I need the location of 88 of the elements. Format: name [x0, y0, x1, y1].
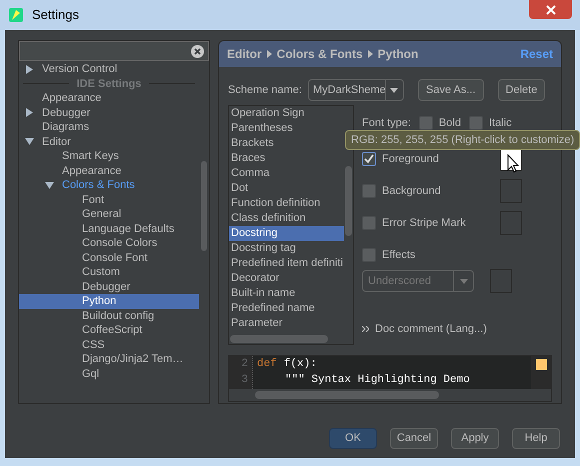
checkbox-label: Effects — [382, 248, 416, 263]
checkbox-label: Italic — [488, 116, 512, 131]
attribute-item[interactable]: Built-in name — [229, 286, 344, 301]
attribute-item[interactable]: Class definition — [229, 211, 344, 226]
scrollbar-thumb[interactable] — [255, 391, 439, 399]
breadcrumb-arrow-icon — [266, 50, 272, 58]
tree-item[interactable]: Colors & Fonts — [19, 178, 199, 192]
dialog-button[interactable]: Cancel — [390, 428, 438, 449]
checkbox-label: Error Stripe Mark — [382, 216, 467, 231]
dialog-button[interactable]: Help — [512, 428, 560, 449]
dialog-button[interactable]: Apply — [451, 428, 499, 449]
attribute-item[interactable]: Parameter — [229, 316, 344, 331]
tree-item[interactable]: Django/Jinja2 Tem… — [19, 352, 199, 366]
attribute-item[interactable]: Decorator — [229, 271, 344, 286]
breadcrumb-item: Python — [378, 46, 418, 63]
attribute-item[interactable]: Dot — [229, 181, 344, 196]
checkbox-label: Foreground — [382, 152, 440, 167]
tree-item[interactable]: Buildout config — [19, 308, 199, 323]
breadcrumb-arrow-icon — [368, 50, 373, 58]
code-text: def — [257, 357, 277, 372]
scrollbar-thumb[interactable] — [201, 161, 207, 251]
close-icon — [546, 4, 556, 14]
field-label: Scheme name: — [228, 82, 302, 98]
section-heading: IDE Settings — [76, 76, 142, 92]
app-logo-icon — [8, 7, 24, 23]
dialog-button[interactable]: OK — [329, 428, 377, 449]
attribute-item[interactable]: Function definition — [229, 196, 344, 211]
checkbox-label: Background — [382, 184, 442, 199]
tree-item[interactable]: Appearance — [19, 91, 199, 106]
attribute-item[interactable]: Predefined name — [229, 301, 344, 316]
search-field[interactable] — [19, 41, 209, 61]
expanded-arrow-icon[interactable] — [25, 137, 34, 146]
tree-item[interactable]: Python — [19, 294, 199, 308]
collapsed-arrow-icon[interactable] — [25, 64, 34, 74]
attribute-item[interactable]: Docstring tag — [229, 241, 344, 256]
dropdown-arrow-icon — [460, 278, 468, 284]
attribute-item[interactable]: Braces — [229, 151, 344, 166]
attribute-item[interactable]: Operation Sign — [229, 106, 344, 121]
mouse-pointer-icon — [507, 154, 519, 173]
tree-item[interactable]: Debugger — [19, 106, 199, 120]
tree-item[interactable]: Appearance — [19, 164, 199, 178]
checkbox-label: Bold — [438, 116, 461, 131]
field-label: Font type: — [362, 116, 411, 131]
scrollbar-thumb[interactable] — [230, 335, 328, 343]
attribute-item[interactable]: Brackets — [229, 136, 344, 151]
code-text: f(x): — [284, 357, 317, 372]
line-number: 3 — [241, 373, 248, 388]
dropdown-arrow-icon — [390, 88, 398, 92]
expanded-arrow-icon[interactable] — [45, 180, 54, 190]
inherited-attribute-link[interactable]: Doc comment (Lang...) — [375, 321, 487, 338]
checkbox[interactable] — [418, 116, 433, 130]
line-number: 2 — [241, 357, 248, 372]
tree-item[interactable]: Version Control — [19, 62, 199, 76]
checkbox[interactable] — [362, 248, 376, 262]
breadcrumb-item: Editor — [227, 46, 262, 63]
attribute-item[interactable]: Parentheses — [229, 121, 344, 136]
scheme-button[interactable]: Save As... — [418, 79, 484, 101]
tooltip: RGB: 255, 255, 255 (Right-click to customize) — [345, 130, 580, 150]
scheme-button[interactable]: Delete — [498, 79, 546, 101]
tree-item[interactable]: General — [19, 207, 199, 222]
tree-item[interactable]: Language Defaults — [19, 222, 199, 236]
clear-icon[interactable] — [191, 44, 204, 58]
collapsed-arrow-icon[interactable] — [25, 108, 34, 118]
tree-item[interactable]: Editor — [19, 134, 199, 149]
attribute-item[interactable]: Comma — [229, 166, 344, 181]
tree-item[interactable]: Console Font — [19, 250, 199, 265]
window-title: Settings — [32, 6, 79, 24]
checkbox[interactable] — [362, 152, 376, 166]
code-text: """ Syntax Highlighting Demo — [285, 373, 470, 388]
breadcrumb-item: Colors & Fonts — [276, 46, 363, 63]
tree-item[interactable]: CoffeeScript — [19, 323, 199, 338]
scrollbar-thumb[interactable] — [345, 166, 352, 236]
tree-item[interactable]: Font — [19, 192, 199, 207]
attribute-item[interactable]: Docstring — [229, 226, 344, 241]
attribute-item[interactable]: Predefined item definiti — [229, 256, 344, 271]
tree-item[interactable]: Diagrams — [19, 120, 199, 134]
tree-item[interactable]: Gql — [19, 366, 199, 381]
tree-item[interactable]: Custom — [19, 265, 199, 280]
tree-item[interactable]: CSS — [19, 338, 199, 352]
checkbox[interactable] — [468, 116, 483, 130]
tree-item[interactable]: Smart Keys — [19, 149, 199, 164]
checkbox[interactable] — [362, 184, 376, 198]
scheme-dropdown[interactable]: MyDarkSheme — [308, 79, 404, 101]
close-button[interactable] — [529, 0, 572, 19]
tree-item[interactable]: Debugger — [19, 280, 199, 294]
double-chevron-icon — [362, 326, 369, 332]
checkbox[interactable] — [362, 216, 376, 230]
tree-item[interactable]: Console Colors — [19, 236, 199, 250]
